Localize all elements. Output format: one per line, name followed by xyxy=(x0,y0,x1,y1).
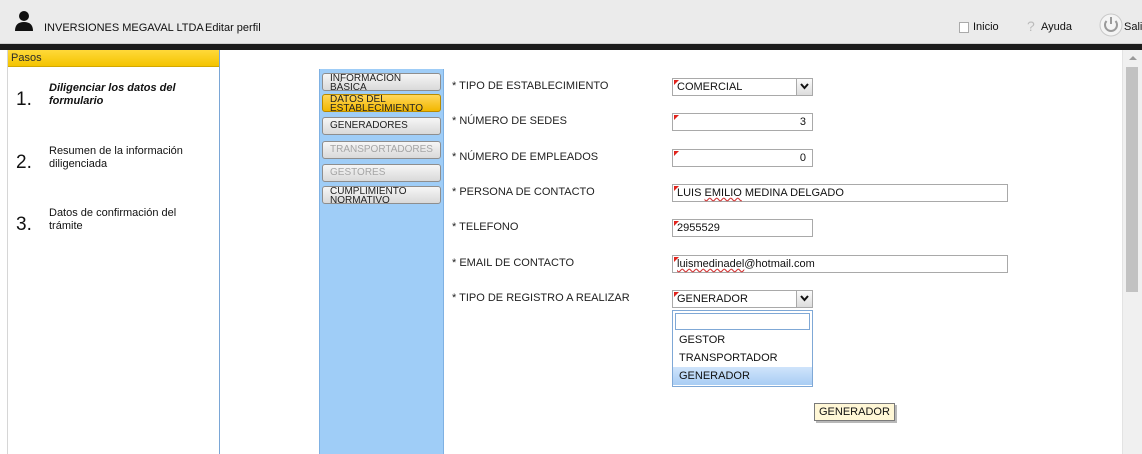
help-icon[interactable]: ? xyxy=(1025,19,1039,33)
dropdown-option-transportador[interactable]: TRANSPORTADOR xyxy=(673,349,812,367)
label-numero-empleados: * NÚMERO DE EMPLEADOS xyxy=(452,151,599,163)
input-value: luismedinadel@hotmail.com xyxy=(677,258,815,270)
tab-generadores[interactable]: GENERADORES xyxy=(322,117,441,135)
option-tooltip: GENERADOR xyxy=(814,403,895,421)
step-label: Resumen de la información diligenciada xyxy=(49,145,183,170)
section-tabs: INFORMACION BÁSICA DATOS DEL ESTABLECIMI… xyxy=(319,69,444,454)
input-value: 2955529 xyxy=(677,222,720,234)
required-flag-icon xyxy=(674,221,679,226)
power-icon[interactable] xyxy=(1098,12,1124,38)
dropdown-option-gestor[interactable]: GESTOR xyxy=(673,331,812,349)
tab-gestores[interactable]: GESTORES xyxy=(322,164,441,182)
label-tipo-registro: * TIPO DE REGISTRO A REALIZAR xyxy=(452,292,630,304)
numero-empleados-input[interactable]: 0 xyxy=(672,149,813,167)
label-numero-sedes: * NÚMERO DE SEDES xyxy=(452,115,567,127)
step-number: 2. xyxy=(16,152,32,173)
edit-profile-link[interactable]: Editar perfil xyxy=(205,22,261,34)
home-icon[interactable] xyxy=(959,22,969,33)
tipo-registro-dropdown: GESTOR TRANSPORTADOR GENERADOR xyxy=(672,310,813,387)
app-window: INVERSIONES MEGAVAL LTDA Editar perfil I… xyxy=(0,0,1142,454)
nav-inicio[interactable]: Inicio xyxy=(973,21,999,33)
tab-informacion-basica[interactable]: INFORMACION BÁSICA xyxy=(322,73,441,91)
tipo-establecimiento-select[interactable]: COMERCIAL xyxy=(672,78,813,96)
input-value: 0 xyxy=(799,152,806,164)
input-value: 3 xyxy=(799,116,806,128)
tab-datos-establecimiento[interactable]: DATOS DEL ESTABLECIMIENTO xyxy=(322,94,441,112)
numero-sedes-input[interactable]: 3 xyxy=(672,113,813,131)
required-flag-icon xyxy=(674,151,679,156)
step-label: Diligenciar los datos del formulario xyxy=(49,82,176,107)
step-number: 1. xyxy=(16,89,32,110)
steps-sidebar: Pasos 1. Diligenciar los datos del formu… xyxy=(7,50,220,454)
scroll-up-icon[interactable] xyxy=(1129,56,1137,60)
step-number: 3. xyxy=(16,214,32,235)
label-telefono: * TELEFONO xyxy=(452,221,519,233)
telefono-input[interactable]: 2955529 xyxy=(672,219,813,237)
email-input[interactable]: luismedinadel@hotmail.com xyxy=(672,255,1008,273)
tab-cumplimiento-normativo[interactable]: CUMPLIMIENTO NORMATIVO xyxy=(322,186,441,204)
chevron-down-icon[interactable] xyxy=(796,79,812,95)
vertical-scrollbar[interactable] xyxy=(1122,50,1142,454)
step-label: Datos de confirmación del trámite xyxy=(49,207,177,232)
svg-text:?: ? xyxy=(1027,19,1035,33)
tab-transportadores[interactable]: TRANSPORTADORES xyxy=(322,141,441,159)
required-flag-icon xyxy=(674,257,679,262)
label-persona-contacto: * PERSONA DE CONTACTO xyxy=(452,186,595,198)
required-flag-icon xyxy=(674,292,679,297)
steps-header: Pasos xyxy=(8,50,219,67)
persona-contacto-input[interactable]: LUIS EMILIO MEDINA DELGADO xyxy=(672,184,1008,202)
scroll-thumb[interactable] xyxy=(1126,67,1138,292)
select-value: COMERCIAL xyxy=(677,81,743,93)
chevron-down-icon[interactable] xyxy=(796,291,812,307)
user-icon xyxy=(15,11,33,31)
dropdown-option-generador[interactable]: GENERADOR xyxy=(673,367,812,385)
required-flag-icon xyxy=(674,80,679,85)
label-email: * EMAIL DE CONTACTO xyxy=(452,257,575,269)
nav-salir[interactable]: Sali xyxy=(1124,21,1142,33)
label-tipo-establecimiento: * TIPO DE ESTABLECIMIENTO xyxy=(452,80,609,92)
tipo-registro-select[interactable]: GENERADOR xyxy=(672,290,813,308)
required-flag-icon xyxy=(674,115,679,120)
select-value: GENERADOR xyxy=(677,293,748,305)
dropdown-filter-input[interactable] xyxy=(675,313,810,330)
input-value: LUIS EMILIO MEDINA DELGADO xyxy=(677,187,844,199)
company-name: INVERSIONES MEGAVAL LTDA xyxy=(44,22,204,34)
top-bar: INVERSIONES MEGAVAL LTDA Editar perfil I… xyxy=(0,0,1142,44)
nav-ayuda[interactable]: Ayuda xyxy=(1041,21,1072,33)
required-flag-icon xyxy=(674,186,679,191)
